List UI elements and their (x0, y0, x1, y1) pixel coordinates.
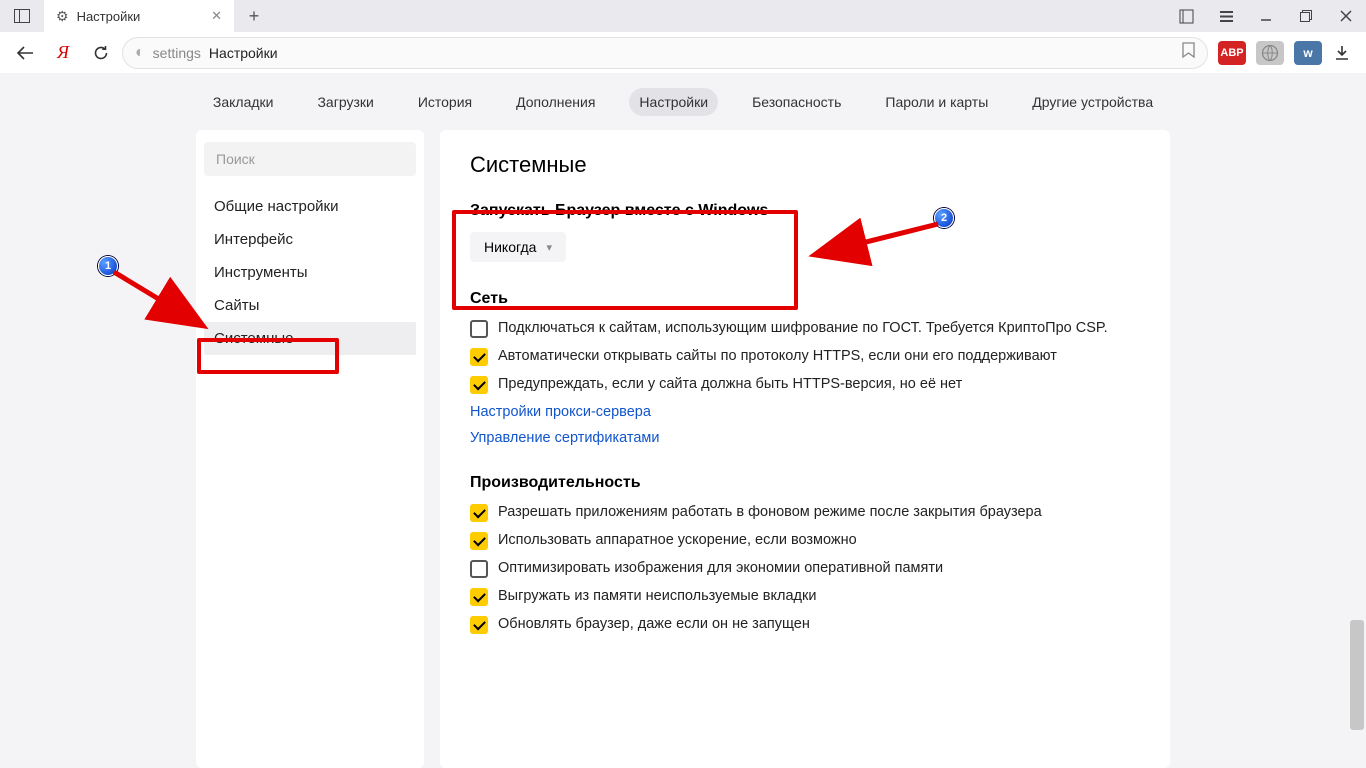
sidebar-item-sites[interactable]: Сайты (204, 289, 416, 322)
smartbox[interactable]: ◐ settings Настройки (122, 37, 1208, 69)
chevron-down-icon: ▾ (546, 241, 552, 254)
checkbox-icon[interactable] (470, 376, 488, 394)
sidebar-item-general[interactable]: Общие настройки (204, 190, 416, 223)
topnav-devices[interactable]: Другие устройства (1022, 88, 1163, 116)
check-gost[interactable]: Подключаться к сайтам, использующим шифр… (470, 320, 1140, 338)
check-opt-images[interactable]: Оптимизировать изображения для экономии … (470, 560, 1140, 578)
check-label: Подключаться к сайтам, использующим шифр… (498, 320, 1108, 336)
settings-sidebar: Поиск Общие настройки Интерфейс Инструме… (196, 130, 424, 768)
bookmark-icon[interactable] (1182, 42, 1195, 63)
extension-vk[interactable]: w (1294, 41, 1322, 65)
check-label: Использовать аппаратное ускорение, если … (498, 532, 857, 548)
topnav-settings[interactable]: Настройки (629, 88, 718, 116)
page-title: Системные (470, 152, 1140, 178)
reload-button[interactable] (84, 36, 118, 70)
check-label: Выгружать из памяти неиспользуемые вклад… (498, 588, 816, 604)
section-launch: Запускать Браузер вместе с Windows Никог… (470, 202, 1140, 262)
launch-heading: Запускать Браузер вместе с Windows (470, 202, 1140, 220)
topnav-addons[interactable]: Дополнения (506, 88, 605, 116)
main: Поиск Общие настройки Интерфейс Инструме… (0, 130, 1366, 768)
toolbar: Я ◐ settings Настройки ABP w (0, 32, 1366, 74)
topnav-history[interactable]: История (408, 88, 482, 116)
check-https-warn[interactable]: Предупреждать, если у сайта должна быть … (470, 376, 1140, 394)
titlebar: ⚙ Настройки ✕ + (0, 0, 1366, 32)
check-label: Оптимизировать изображения для экономии … (498, 560, 943, 576)
checkbox-icon[interactable] (470, 560, 488, 578)
launch-dropdown-value: Никогда (484, 239, 536, 255)
checkbox-icon[interactable] (470, 320, 488, 338)
sidebar-search[interactable]: Поиск (204, 142, 416, 176)
link-proxy[interactable]: Настройки прокси-сервера (470, 404, 1140, 420)
scrollbar-thumb[interactable] (1350, 620, 1364, 730)
topnav-passwords[interactable]: Пароли и карты (875, 88, 998, 116)
sidebar-item-system[interactable]: Системные (204, 322, 416, 355)
checkbox-icon[interactable] (470, 588, 488, 606)
performance-heading: Производительность (470, 474, 1140, 492)
gear-icon: ⚙ (56, 8, 69, 25)
check-label: Разрешать приложениям работать в фоновом… (498, 504, 1042, 520)
section-performance: Производительность Разрешать приложениям… (470, 474, 1140, 634)
check-auto-update[interactable]: Обновлять браузер, даже если он не запущ… (470, 616, 1140, 634)
checkbox-icon[interactable] (470, 504, 488, 522)
tab-title: Настройки (77, 9, 141, 24)
link-certs[interactable]: Управление сертификатами (470, 430, 1140, 446)
sidebar-item-interface[interactable]: Интерфейс (204, 223, 416, 256)
site-info-icon[interactable]: ◐ (135, 44, 145, 62)
section-network: Сеть Подключаться к сайтам, использующим… (470, 290, 1140, 446)
check-hw-accel[interactable]: Использовать аппаратное ускорение, если … (470, 532, 1140, 550)
new-tab-button[interactable]: + (234, 0, 274, 32)
back-button[interactable] (8, 36, 42, 70)
settings-content: Системные Запускать Браузер вместе с Win… (440, 130, 1170, 768)
extension-globe[interactable] (1256, 41, 1284, 65)
panel-toggle-button[interactable] (0, 0, 44, 32)
check-bg-apps[interactable]: Разрешать приложениям работать в фоновом… (470, 504, 1140, 522)
downloads-button[interactable] (1326, 45, 1358, 61)
url-page: Настройки (209, 45, 278, 61)
menu-icon[interactable] (1206, 0, 1246, 32)
yandex-home-button[interactable]: Я (46, 36, 80, 70)
check-label: Автоматически открывать сайты по протоко… (498, 348, 1057, 364)
checkbox-icon[interactable] (470, 616, 488, 634)
check-label: Обновлять браузер, даже если он не запущ… (498, 616, 810, 632)
checkbox-icon[interactable] (470, 532, 488, 550)
sidebar-item-tools[interactable]: Инструменты (204, 256, 416, 289)
maximize-button[interactable] (1286, 0, 1326, 32)
topnav-security[interactable]: Безопасность (742, 88, 851, 116)
network-heading: Сеть (470, 290, 1140, 308)
extension-abp[interactable]: ABP (1218, 41, 1246, 65)
topnav-downloads[interactable]: Загрузки (307, 88, 383, 116)
url-prefix: settings (153, 45, 201, 61)
reader-mode-icon[interactable] (1166, 0, 1206, 32)
check-unload-tabs[interactable]: Выгружать из памяти неиспользуемые вклад… (470, 588, 1140, 606)
top-nav: Закладки Загрузки История Дополнения Нас… (0, 74, 1366, 130)
check-label: Предупреждать, если у сайта должна быть … (498, 376, 962, 392)
close-tab-icon[interactable]: ✕ (211, 8, 222, 24)
close-window-button[interactable] (1326, 0, 1366, 32)
minimize-button[interactable] (1246, 0, 1286, 32)
topnav-bookmarks[interactable]: Закладки (203, 88, 284, 116)
check-https-auto[interactable]: Автоматически открывать сайты по протоко… (470, 348, 1140, 366)
checkbox-icon[interactable] (470, 348, 488, 366)
launch-dropdown[interactable]: Никогда ▾ (470, 232, 566, 262)
browser-tab[interactable]: ⚙ Настройки ✕ (44, 0, 234, 32)
